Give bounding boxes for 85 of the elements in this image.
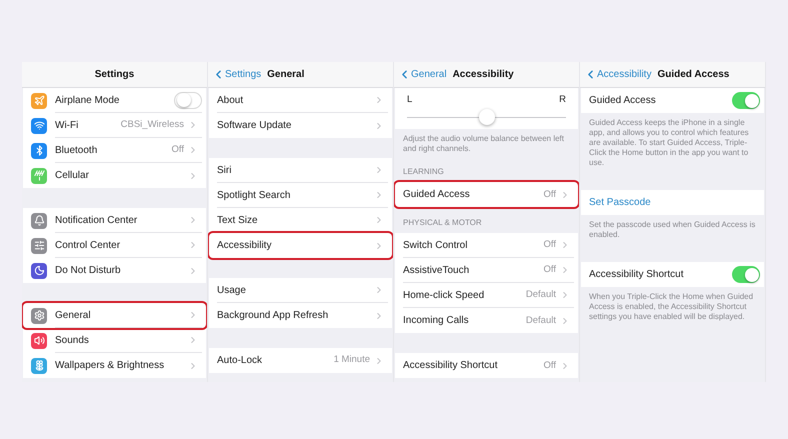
- row-label: Accessibility: [217, 239, 272, 253]
- settings-row[interactable]: Text Size: [209, 208, 392, 233]
- row-label: Do Not Disturb: [55, 264, 122, 278]
- row-label: Switch Control: [403, 238, 468, 253]
- row-value: Off: [544, 188, 556, 202]
- row-label: Accessibility Shortcut: [403, 359, 498, 374]
- screen-title: General: [267, 68, 304, 82]
- row-label: Notification Center: [55, 214, 138, 228]
- footnote-text: Adjust the audio volume balance between left and right channels.: [402, 133, 565, 156]
- settings-row[interactable]: Switch Control Off: [395, 233, 578, 258]
- settings-row[interactable]: Bluetooth Off: [23, 138, 206, 163]
- toggle-switch[interactable]: [732, 92, 760, 109]
- screen-title: Guided Access: [657, 68, 730, 82]
- row-label: Auto-Lock: [217, 354, 264, 368]
- row-label: Accessibility Shortcut: [589, 268, 684, 282]
- row-label: Bluetooth: [55, 144, 98, 158]
- row-label: Siri: [217, 164, 232, 178]
- settings-row[interactable]: About: [209, 88, 392, 113]
- settings-row[interactable]: Accessibility Shortcut: [581, 262, 764, 287]
- row-label: AssistiveTouch: [403, 264, 470, 278]
- back-button[interactable]: General: [398, 67, 447, 82]
- row-label: Sounds: [55, 334, 90, 348]
- row-label: Background App Refresh: [217, 309, 330, 323]
- row-value: Default: [526, 314, 556, 328]
- row-label: Text Size: [217, 214, 259, 228]
- toggle-switch[interactable]: [732, 266, 760, 283]
- slider-left-label: L: [407, 93, 412, 107]
- settings-row[interactable]: Notification Center: [23, 208, 206, 233]
- settings-row[interactable]: Wallpapers & Brightness: [23, 353, 206, 378]
- row-label: Guided Access: [403, 188, 471, 202]
- row-label: Incoming Calls: [403, 314, 470, 328]
- back-button[interactable]: Accessibility: [584, 67, 652, 82]
- settings-row[interactable]: Usage: [209, 278, 392, 303]
- row-label: Set Passcode: [589, 196, 652, 210]
- settings-row[interactable]: Background App Refresh: [209, 303, 392, 328]
- settings-row[interactable]: AssistiveTouch Off: [395, 258, 578, 284]
- row-label: General: [55, 308, 92, 322]
- row-label: Control Center: [55, 238, 122, 252]
- settings-row[interactable]: Accessibility Shortcut Off: [395, 353, 578, 378]
- screen-title: Settings: [94, 68, 134, 82]
- settings-row[interactable]: Do Not Disturb: [23, 258, 206, 283]
- row-value: Off: [172, 142, 184, 157]
- settings-row[interactable]: Sounds: [23, 328, 206, 353]
- footnote-text: Guided Access keeps the iPhone in a single app, and allows you to control which features are available. To start Guided Access, Triple-Click the Home button in the app you want to use.: [588, 117, 750, 169]
- row-value: Default: [526, 288, 556, 302]
- settings-row[interactable]: Incoming Calls Default: [395, 308, 578, 334]
- settings-row[interactable]: Siri: [209, 158, 392, 183]
- balance-slider[interactable]: [407, 109, 566, 126]
- row-label: Cellular: [55, 169, 90, 183]
- row-label: Wi-Fi: [55, 118, 80, 132]
- screen-title: Accessibility: [452, 68, 514, 82]
- row-label: Wallpapers & Brightness: [55, 359, 166, 373]
- settings-row[interactable]: Control Center: [23, 233, 206, 258]
- settings-row[interactable]: Software Update: [209, 113, 392, 138]
- slider-thumb[interactable]: [478, 109, 494, 126]
- row-value: Off: [544, 238, 556, 252]
- footnote-text: Set the passcode used when Guided Access is enabled.: [588, 219, 756, 241]
- section-header: PHYSICAL & MOTOR: [402, 217, 483, 230]
- settings-row[interactable]: Auto-Lock 1 Minute: [209, 348, 392, 373]
- settings-row[interactable]: General: [23, 303, 206, 328]
- settings-row[interactable]: Set Passcode: [581, 190, 764, 215]
- settings-row[interactable]: Accessibility: [209, 233, 392, 258]
- settings-row[interactable]: Guided Access Off: [395, 182, 578, 208]
- row-label: Software Update: [217, 119, 292, 133]
- row-label: Home-click Speed: [403, 288, 486, 303]
- settings-row[interactable]: Guided Access: [581, 88, 764, 113]
- section-header: LEARNING: [402, 166, 445, 178]
- row-value: Off: [544, 263, 556, 278]
- footnote-text: When you Triple-Click the Home when Guided Access is enabled, the Accessibility Shortcut settings you have enabled will be displayed.: [588, 291, 754, 323]
- row-label: About: [217, 94, 244, 108]
- slider-right-label: R: [559, 93, 566, 107]
- settings-row[interactable]: Wi-Fi CBSi_Wireless: [23, 113, 206, 138]
- row-label: Spotlight Search: [217, 188, 292, 202]
- row-value: 1 Minute: [334, 353, 370, 368]
- row-value: Off: [544, 358, 556, 373]
- settings-row[interactable]: Cellular: [23, 163, 206, 188]
- settings-row[interactable]: Spotlight Search: [209, 183, 392, 208]
- toggle-switch[interactable]: [174, 92, 202, 108]
- row-label: Airplane Mode: [55, 94, 120, 108]
- back-button[interactable]: Settings: [212, 67, 262, 82]
- row-label: Usage: [217, 284, 247, 298]
- settings-row[interactable]: Home-click Speed Default: [395, 283, 578, 308]
- row-value: CBSi_Wireless: [120, 118, 184, 132]
- row-label: Guided Access: [589, 94, 657, 108]
- settings-row[interactable]: Airplane Mode: [23, 88, 206, 113]
